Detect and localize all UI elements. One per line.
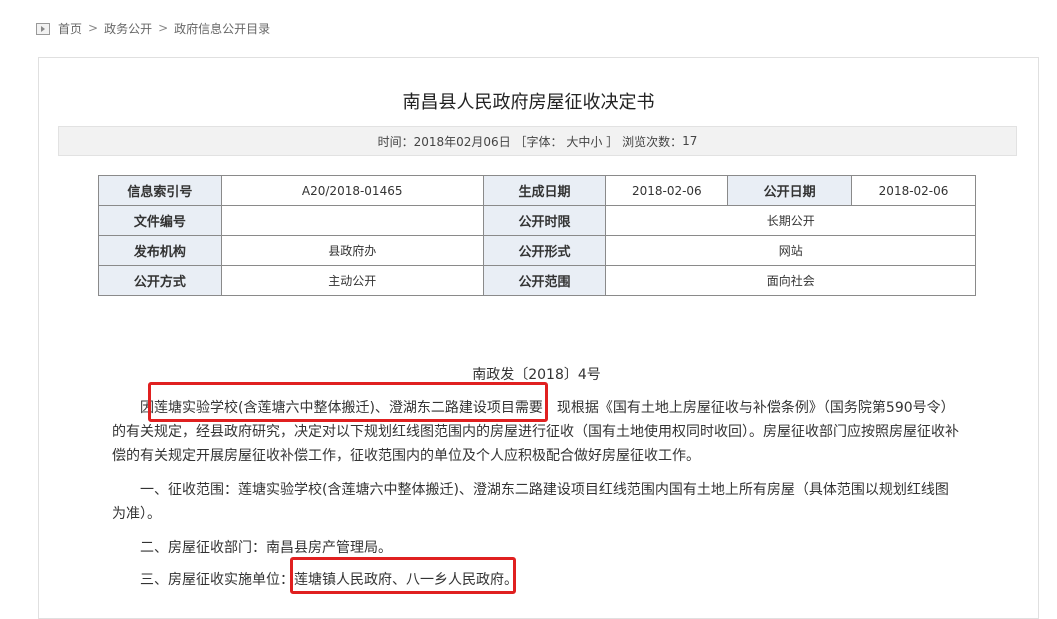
breadcrumb-gov-affairs-link[interactable]: 政务公开 (104, 20, 152, 37)
info-label: 公开范围 (482, 265, 607, 296)
info-value: 主动公开 (220, 265, 484, 296)
breadcrumb-home-link[interactable]: 首页 (58, 20, 82, 37)
table-row: 信息索引号 A20/2018-01465 生成日期 2018-02-06 公开日… (98, 175, 976, 206)
home-icon (36, 23, 50, 35)
table-row: 文件编号 公开时限 长期公开 (98, 205, 976, 236)
time-value: 2018年02月06日 (413, 134, 511, 149)
info-label: 公开形式 (482, 235, 607, 266)
info-value: 网站 (605, 235, 976, 266)
views-label: 浏览次数： (622, 134, 683, 149)
body-paragraph: 因莲塘实验学校(含莲塘六中整体搬迁)、澄湖东二路建设项目需要，现根据《国有土地上… (112, 400, 959, 464)
article-title: 南昌县人民政府房屋征收决定书 (402, 92, 655, 113)
info-value: 面向社会 (605, 265, 976, 296)
info-value: 2018-02-06 (605, 175, 729, 206)
body-paragraph: 三、房屋征收实施单位：莲塘镇人民政府、八一乡人民政府。 (140, 572, 518, 588)
document-number: 南政发〔2018〕4号 (472, 367, 601, 383)
info-label: 发布机构 (98, 235, 222, 266)
views-count: 17 (682, 134, 698, 148)
info-value (220, 205, 484, 236)
breadcrumb-catalog-link[interactable]: 政府信息公开目录 (174, 20, 270, 37)
info-label: 公开日期 (727, 175, 853, 206)
info-label: 公开方式 (98, 265, 222, 296)
time-label: 时间： (377, 134, 414, 149)
info-label: 公开时限 (482, 205, 607, 236)
info-table: 信息索引号 A20/2018-01465 生成日期 2018-02-06 公开日… (98, 175, 976, 296)
font-size-medium-button[interactable]: 中 (578, 133, 590, 150)
article-meta-bar: 时间： 2018年02月06日 ［字体： 大 中 小 ］ 浏览次数： 17 (58, 126, 1017, 156)
font-size-small-button[interactable]: 小 (590, 133, 602, 150)
table-row: 发布机构 县政府办 公开形式 网站 (98, 235, 976, 266)
info-label: 信息索引号 (98, 175, 222, 206)
info-value: A20/2018-01465 (220, 175, 484, 206)
body-paragraph: 二、房屋征收部门：南昌县房产管理局。 (140, 540, 392, 556)
font-size-large-button[interactable]: 大 (566, 133, 578, 150)
info-value: 2018-02-06 (851, 175, 976, 206)
body-paragraph: 一、征收范围：莲塘实验学校(含莲塘六中整体搬迁)、澄湖东二路建设项目红线范围内国… (112, 482, 949, 522)
font-size-close: ］ (606, 134, 619, 149)
breadcrumb-separator: > (88, 21, 99, 35)
breadcrumb-separator: > (158, 21, 169, 35)
table-row: 公开方式 主动公开 公开范围 面向社会 (98, 265, 976, 296)
info-value: 县政府办 (220, 235, 484, 266)
font-size-label: ［字体： (514, 134, 563, 149)
breadcrumb: 首页 > 政务公开 > 政府信息公开目录 (36, 19, 270, 37)
info-label: 生成日期 (482, 175, 607, 206)
info-label: 文件编号 (98, 205, 222, 236)
info-value: 长期公开 (605, 205, 976, 236)
